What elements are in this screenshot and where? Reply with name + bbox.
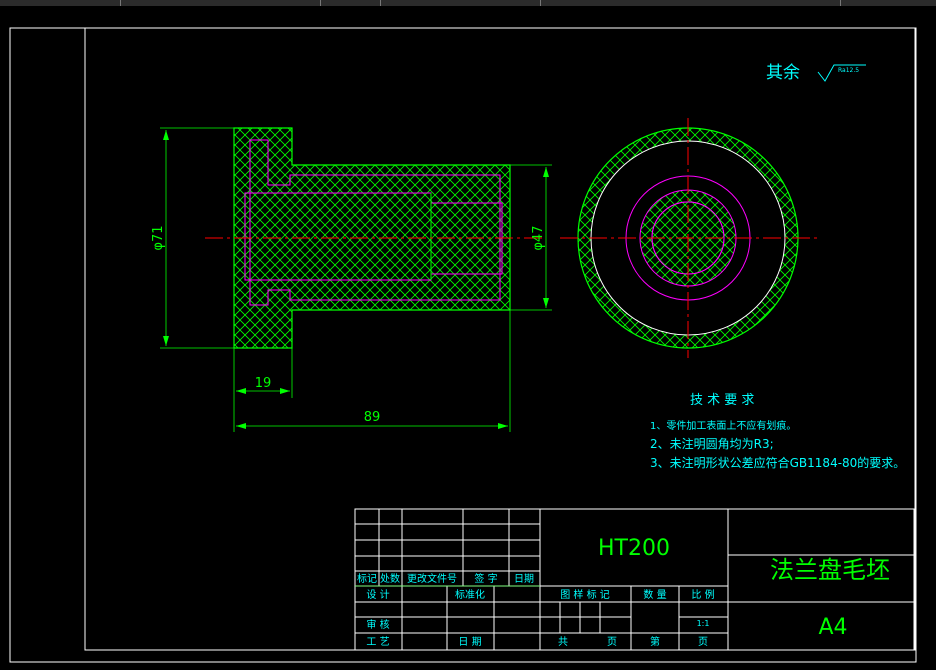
label-change-doc: 更改文件号 (407, 572, 457, 585)
dimension-text: φ47 (531, 225, 546, 250)
scale-value: 1:1 (697, 619, 710, 628)
label-page: 页 (698, 636, 708, 648)
label-date-short: 日期 (514, 573, 534, 585)
surface-note-label: 其余 (766, 63, 800, 83)
label-sheet: 页 (607, 636, 617, 648)
label-date: 日 期 (458, 636, 481, 648)
dimension-text: 19 (255, 376, 272, 391)
label-process: 工 艺 (366, 636, 389, 648)
sheet-size-text: A4 (818, 615, 847, 640)
label-signature: 签 字 (474, 572, 497, 585)
label-review: 审 核 (366, 618, 389, 631)
label-total: 共 (558, 636, 568, 648)
label-num: 第 (650, 635, 660, 648)
section-view[interactable] (205, 127, 545, 349)
label-mark: 标记 (357, 573, 377, 585)
cad-drawing-canvas[interactable]: φ71 φ47 19 89 其余 Ra12.5 技 术 要 求 1、零件加工表面… (0, 6, 936, 670)
label-quantity: 数 量 (643, 588, 666, 601)
part-name-text: 法兰盘毛坯 (770, 556, 890, 584)
label-standardize: 标准化 (455, 588, 485, 601)
roughness-value: Ra12.5 (838, 67, 859, 74)
tech-requirement-item: 1、零件加工表面上不应有划痕。 (650, 419, 796, 432)
side-view[interactable] (560, 118, 818, 358)
label-count: 处数 (380, 572, 400, 585)
title-block-text: HT200 法兰盘毛坯 A4 标记 处数 更改文件号 签 字 日期 设 计 标准… (357, 536, 890, 648)
material-text: HT200 (598, 536, 670, 561)
label-scale: 比 例 (691, 588, 714, 601)
label-design: 设 计 (366, 588, 389, 601)
tech-requirements: 技 术 要 求 1、零件加工表面上不应有划痕。 2、未注明圆角均为R3; 3、未… (650, 393, 905, 470)
tech-requirement-item: 3、未注明形状公差应符合GB1184-80的要求。 (650, 455, 905, 470)
roughness-note: 其余 Ra12.5 (766, 63, 866, 83)
tech-requirements-title: 技 术 要 求 (690, 393, 754, 408)
dimension-diameter-47[interactable]: φ47 (510, 164, 552, 311)
dimension-text: φ71 (151, 225, 166, 250)
dimension-text: 89 (364, 410, 381, 425)
tech-requirement-item: 2、未注明圆角均为R3; (650, 436, 774, 451)
dimension-length-19[interactable]: 19 (233, 348, 293, 398)
label-drawing-mark: 图 样 标 记 (560, 588, 610, 601)
